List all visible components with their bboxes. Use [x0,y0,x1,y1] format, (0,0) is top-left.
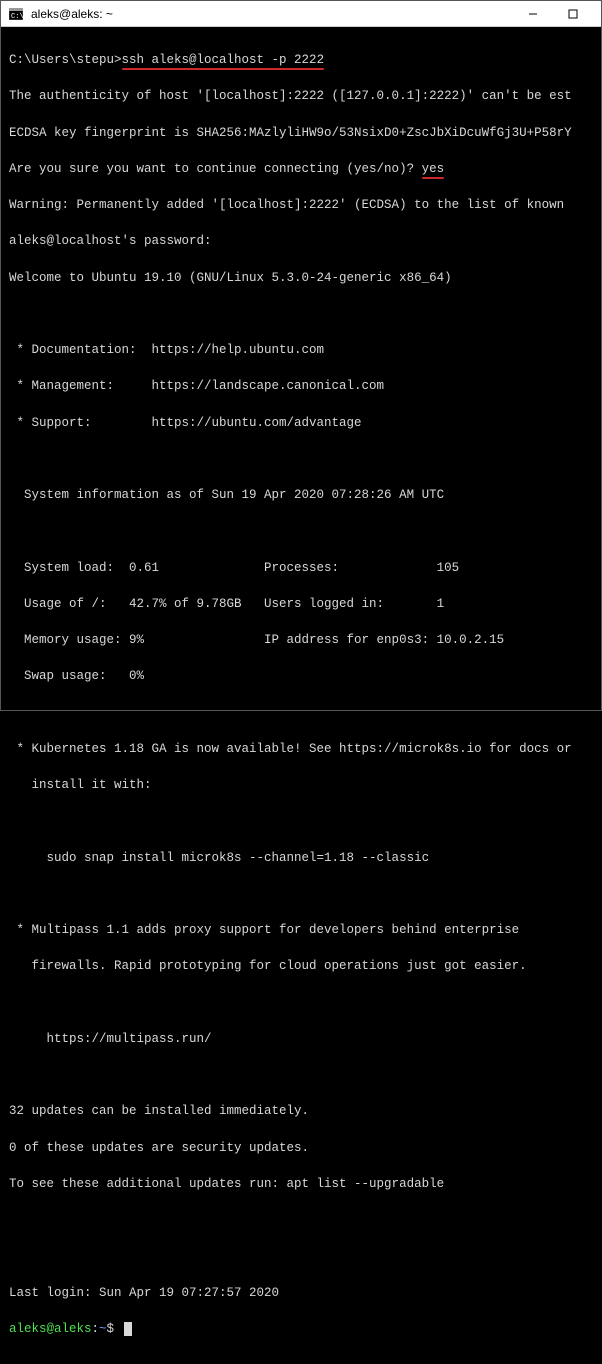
output-line: * Kubernetes 1.18 GA is now available! S… [9,740,593,758]
output-line: 32 updates can be installed immediately. [9,1102,593,1120]
window-titlebar: C:\ aleks@aleks: ~ [1,1,601,27]
output-line: Last login: Sun Apr 19 07:27:57 2020 [9,1284,593,1302]
output-line: Usage of /: 42.7% of 9.78GB Users logged… [9,595,593,613]
output-line: Swap usage: 0% [9,667,593,685]
blank-line [9,1247,593,1265]
output-line: * Multipass 1.1 adds proxy support for d… [9,921,593,939]
output-line: https://multipass.run/ [9,1030,593,1048]
blank-line [9,704,593,722]
output-line: System load: 0.61 Processes: 105 [9,559,593,577]
output-line: * Support: https://ubuntu.com/advantage [9,414,593,432]
output-line: * Management: https://landscape.canonica… [9,377,593,395]
window-controls [513,1,593,27]
shell-prompt-line: aleks@aleks:~$ [9,1320,593,1338]
output-line: 0 of these updates are security updates. [9,1139,593,1157]
output-line: Warning: Permanently added '[localhost]:… [9,196,593,214]
ssh-command: ssh aleks@localhost -p 2222 [122,51,325,69]
cursor-icon [124,1322,132,1336]
cmd-line: C:\Users\stepu>ssh aleks@localhost -p 22… [9,51,593,69]
blank-line [9,812,593,830]
output-line: Memory usage: 9% IP address for enp0s3: … [9,631,593,649]
svg-text:C:\: C:\ [11,13,23,20]
prompt-path: ~ [99,1322,107,1336]
blank-line [9,1066,593,1084]
terminal-icon: C:\ [9,7,23,21]
output-line: * Documentation: https://help.ubuntu.com [9,341,593,359]
blank-line [9,450,593,468]
blank-line [9,305,593,323]
maximize-button[interactable] [553,1,593,27]
output-line: sudo snap install microk8s --channel=1.1… [9,849,593,867]
blank-line [9,885,593,903]
blank-line [9,1211,593,1229]
output-line: ECDSA key fingerprint is SHA256:MAzlyliH… [9,124,593,142]
blank-line [9,522,593,540]
terminal-output[interactable]: C:\Users\stepu>ssh aleks@localhost -p 22… [1,27,601,1364]
output-line: System information as of Sun 19 Apr 2020… [9,486,593,504]
output-line: install it with: [9,776,593,794]
output-line: To see these additional updates run: apt… [9,1175,593,1193]
window-title: aleks@aleks: ~ [31,7,113,21]
output-line: Welcome to Ubuntu 19.10 (GNU/Linux 5.3.0… [9,269,593,287]
output-line: The authenticity of host '[localhost]:22… [9,87,593,105]
blank-line [9,994,593,1012]
output-line: Are you sure you want to continue connec… [9,160,593,178]
output-line: aleks@localhost's password: [9,232,593,250]
output-line: firewalls. Rapid prototyping for cloud o… [9,957,593,975]
prompt-user: aleks@aleks [9,1322,92,1336]
answer-yes: yes [422,160,445,178]
minimize-button[interactable] [513,1,553,27]
